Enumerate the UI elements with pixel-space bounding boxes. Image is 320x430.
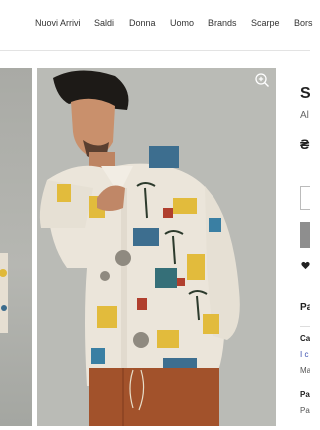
attribute-value: Ma [300,366,310,375]
attribute-value-2: Pa [300,406,310,415]
attribute-value-link[interactable]: I c [300,350,308,359]
section-divider [300,326,310,327]
attribute-label-2: Pa [300,390,310,399]
product-image-main[interactable] [37,68,276,426]
product-image-previous[interactable] [0,68,32,426]
attribute-label: Ca [300,334,310,343]
add-to-cart-button[interactable] [300,222,310,248]
product-price: ₴ [300,136,310,152]
nav-item-uomo[interactable]: Uomo [170,18,194,28]
nav-item-borse[interactable]: Bors [294,18,313,28]
product-brand: Al [300,110,309,121]
model-in-printed-shirt [37,68,276,426]
nav-item-saldi[interactable]: Saldi [94,18,114,28]
partial-shirt-illustration [0,253,8,333]
nav-item-donna[interactable]: Donna [129,18,156,28]
nav-item-nuovi-arrivi[interactable]: Nuovi Arrivi [35,18,81,28]
nav-item-scarpe[interactable]: Scarpe [251,18,280,28]
product-title: S [300,85,310,102]
top-navigation: Nuovi Arrivi Saldi Donna Uomo Brands Sca… [0,0,313,51]
heart-icon[interactable] [301,261,310,270]
nav-item-brands[interactable]: Brands [208,18,237,28]
zoom-in-icon[interactable] [254,72,270,88]
product-info-panel: S Al ₴ Pa Ca I c Ma Pa Pa [300,68,310,430]
size-selector[interactable] [300,186,310,210]
section-heading[interactable]: Pa [300,302,310,313]
